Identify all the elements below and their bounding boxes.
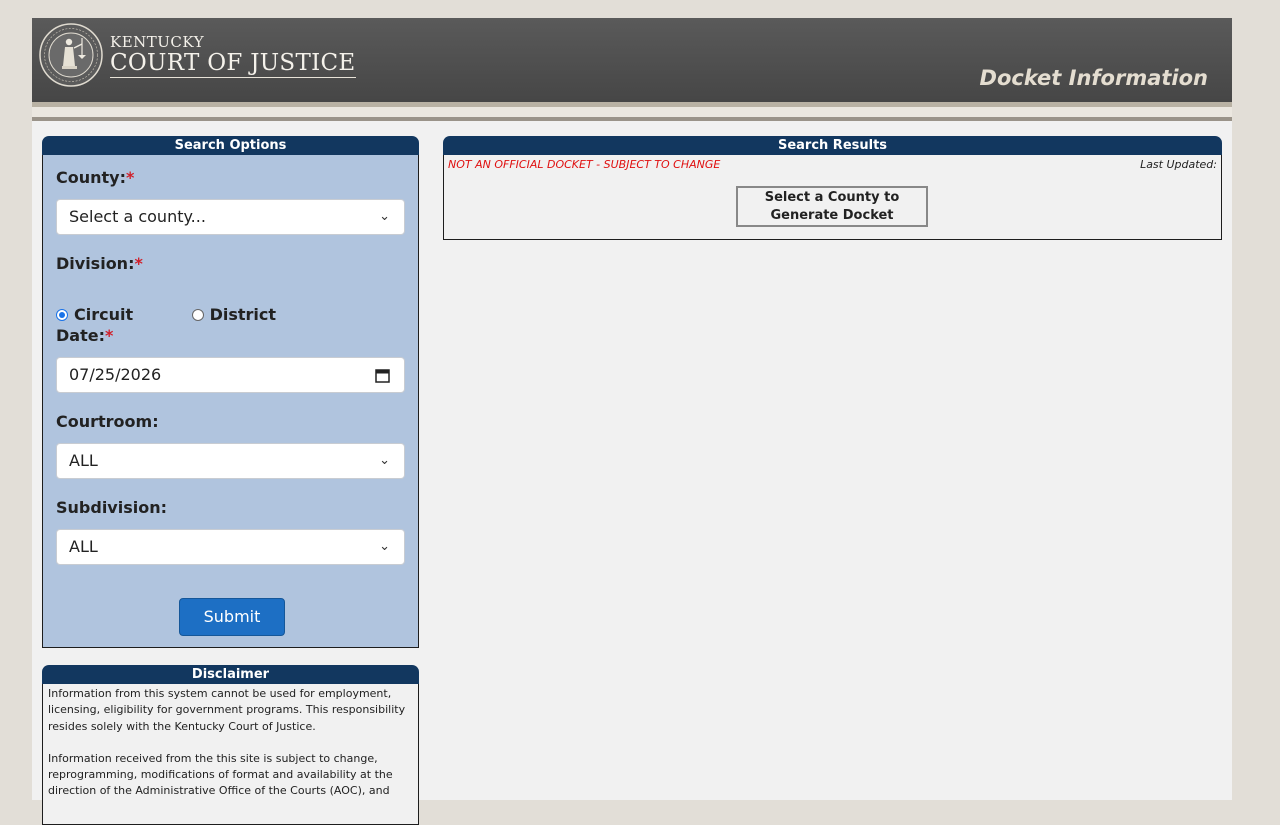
page-container: KENTUCKY COURT OF JUSTICE Docket Informa… [32, 18, 1232, 825]
search-results-heading: Search Results [443, 136, 1222, 155]
date-label: Date:* [56, 326, 114, 345]
chevron-down-icon: ⌄ [379, 539, 390, 554]
division-option-district[interactable]: District [191, 305, 276, 324]
required-marker: * [134, 254, 143, 273]
disclaimer-paragraph: Information received from the this site … [48, 751, 393, 798]
logo-court-text: COURT OF JUSTICE [110, 50, 356, 78]
courtroom-select[interactable]: ALL ⌄ [56, 443, 405, 479]
header-divider-dark [32, 117, 1232, 121]
date-input-value: 07/25/2026 [69, 365, 162, 384]
division-option-circuit[interactable]: Circuit [56, 305, 186, 324]
generate-docket-button[interactable]: Select a County to Generate Docket [736, 186, 928, 227]
date-input[interactable]: 07/25/2026 [56, 357, 405, 393]
page-title: Docket Information [979, 66, 1208, 90]
subdivision-select-value: ALL [69, 537, 98, 556]
generate-docket-line2: Generate Docket [770, 208, 894, 223]
subdivision-label: Subdivision: [56, 498, 168, 517]
site-logo[interactable]: KENTUCKY COURT OF JUSTICE [110, 34, 356, 78]
disclaimer-paragraph: Information from this system cannot be u… [48, 687, 406, 733]
header-divider-light [32, 107, 1232, 117]
court-seal-icon [39, 23, 103, 87]
division-label: Division:* [56, 254, 143, 273]
required-marker: * [104, 326, 114, 345]
calendar-icon[interactable] [375, 368, 390, 383]
search-options-heading: Search Options [42, 136, 419, 155]
subdivision-select[interactable]: ALL ⌄ [56, 529, 405, 565]
county-select-value: Select a county... [69, 207, 206, 226]
site-header: KENTUCKY COURT OF JUSTICE Docket Informa… [32, 18, 1232, 102]
disclaimer-heading: Disclaimer [42, 665, 419, 684]
disclaimer-panel: Information from this system cannot be u… [42, 684, 419, 825]
search-results-panel: NOT AN OFFICIAL DOCKET - SUBJECT TO CHAN… [443, 155, 1222, 240]
courtroom-select-value: ALL [69, 451, 98, 470]
logo-state-text: KENTUCKY [110, 33, 205, 51]
last-updated-label: Last Updated: [1140, 158, 1217, 171]
division-radio-group: Circuit District [56, 305, 276, 324]
search-options-panel: County:* Select a county... ⌄ Division:*… [42, 155, 419, 648]
county-label: County:* [56, 168, 135, 187]
courtroom-label: Courtroom: [56, 412, 159, 431]
chevron-down-icon: ⌄ [379, 209, 390, 224]
chevron-down-icon: ⌄ [379, 453, 390, 468]
submit-button[interactable]: Submit [179, 598, 285, 636]
unofficial-notice: NOT AN OFFICIAL DOCKET - SUBJECT TO CHAN… [448, 158, 721, 171]
county-select[interactable]: Select a county... ⌄ [56, 199, 405, 235]
radio-district[interactable] [191, 309, 204, 321]
radio-circuit[interactable] [56, 309, 68, 321]
required-marker: * [126, 168, 135, 187]
generate-docket-line1: Select a County to [764, 190, 900, 205]
